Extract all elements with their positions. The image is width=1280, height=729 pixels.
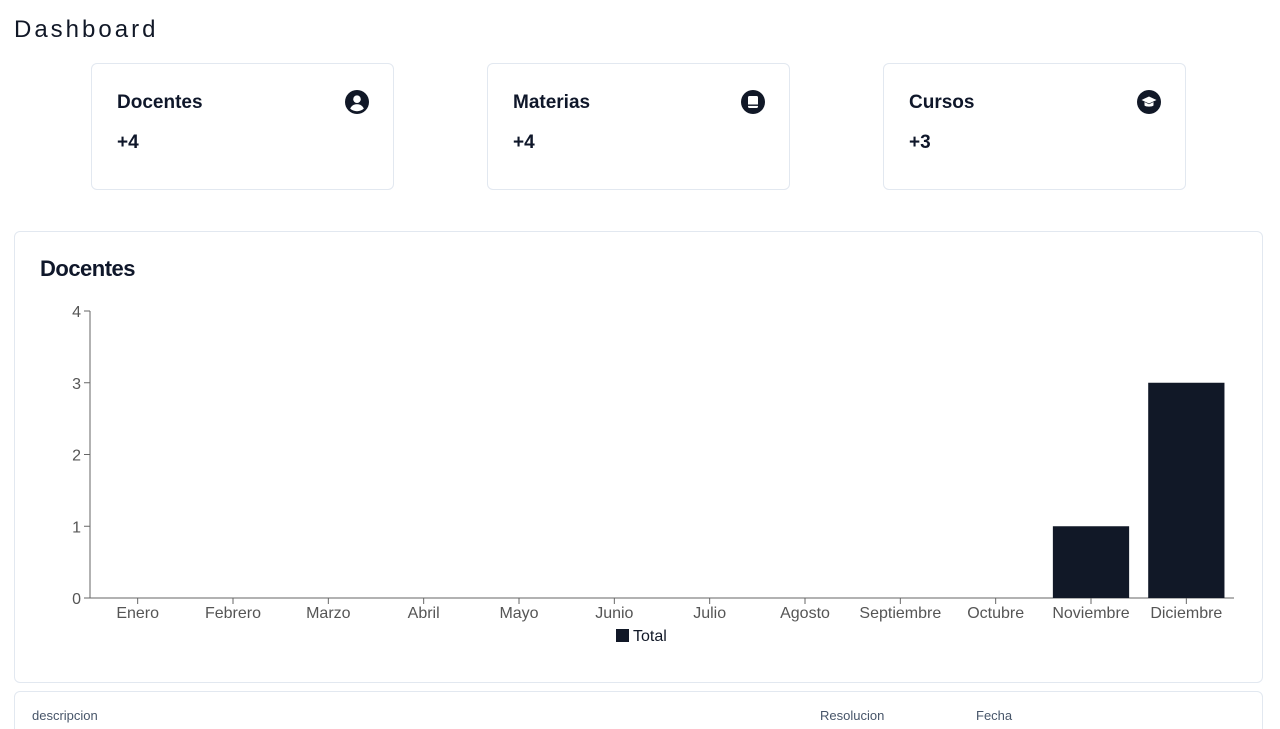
y-tick-label: 4 <box>72 304 81 321</box>
bar-chart: 0 1 2 3 4 Enero Febrero Marzo Abril Mayo Junio Juli… <box>72 304 1234 645</box>
y-tick-label: 2 <box>72 448 81 465</box>
x-tick-label: Noviembre <box>1052 605 1129 622</box>
bar <box>1148 382 1225 598</box>
legend-label: Total <box>633 628 667 645</box>
x-tick-label: Septiembre <box>859 605 941 622</box>
x-tick-label: Agosto <box>780 605 830 622</box>
user-circle-icon <box>345 90 369 114</box>
x-tick-label: Octubre <box>967 605 1024 622</box>
stat-card-materias[interactable]: Materias +4 <box>487 63 790 190</box>
graduation-cap-icon <box>1137 90 1161 114</box>
x-tick-label: Julio <box>693 605 726 622</box>
y-tick-label: 1 <box>72 519 81 536</box>
dashboard-page: Dashboard Docentes +4 Materias +4 Cursos… <box>0 0 1280 729</box>
stat-value: +3 <box>909 132 931 153</box>
records-table: descripcion Resolucion Fecha <box>14 691 1263 729</box>
x-tick-label: Enero <box>116 605 159 622</box>
legend-swatch <box>616 629 629 642</box>
stat-card-cursos[interactable]: Cursos +3 <box>883 63 1186 190</box>
chart-card: Docentes 0 1 2 3 4 Enero Febrero Marzo Abril Mayo… <box>14 231 1263 683</box>
x-tick-label: Junio <box>595 605 633 622</box>
stat-value: +4 <box>117 132 139 153</box>
y-tick-label: 3 <box>72 376 81 393</box>
x-tick-label: Febrero <box>205 605 261 622</box>
stat-label: Materias <box>513 92 591 113</box>
column-header-descripcion[interactable]: descripcion <box>32 708 98 723</box>
x-tick-label: Diciembre <box>1150 605 1222 622</box>
bar <box>1052 526 1130 598</box>
stat-label: Docentes <box>117 92 203 113</box>
page-title: Dashboard <box>14 16 159 43</box>
x-tick-label: Abril <box>408 605 440 622</box>
book-icon <box>741 90 765 114</box>
y-tick-label: 0 <box>72 591 81 608</box>
stat-label: Cursos <box>909 92 975 113</box>
column-header-fecha[interactable]: Fecha <box>976 708 1012 723</box>
stat-value: +4 <box>513 132 535 153</box>
stat-card-docentes[interactable]: Docentes +4 <box>91 63 394 190</box>
x-tick-label: Mayo <box>499 605 538 622</box>
column-header-resolucion[interactable]: Resolucion <box>820 708 884 723</box>
x-tick-label: Marzo <box>306 605 351 622</box>
